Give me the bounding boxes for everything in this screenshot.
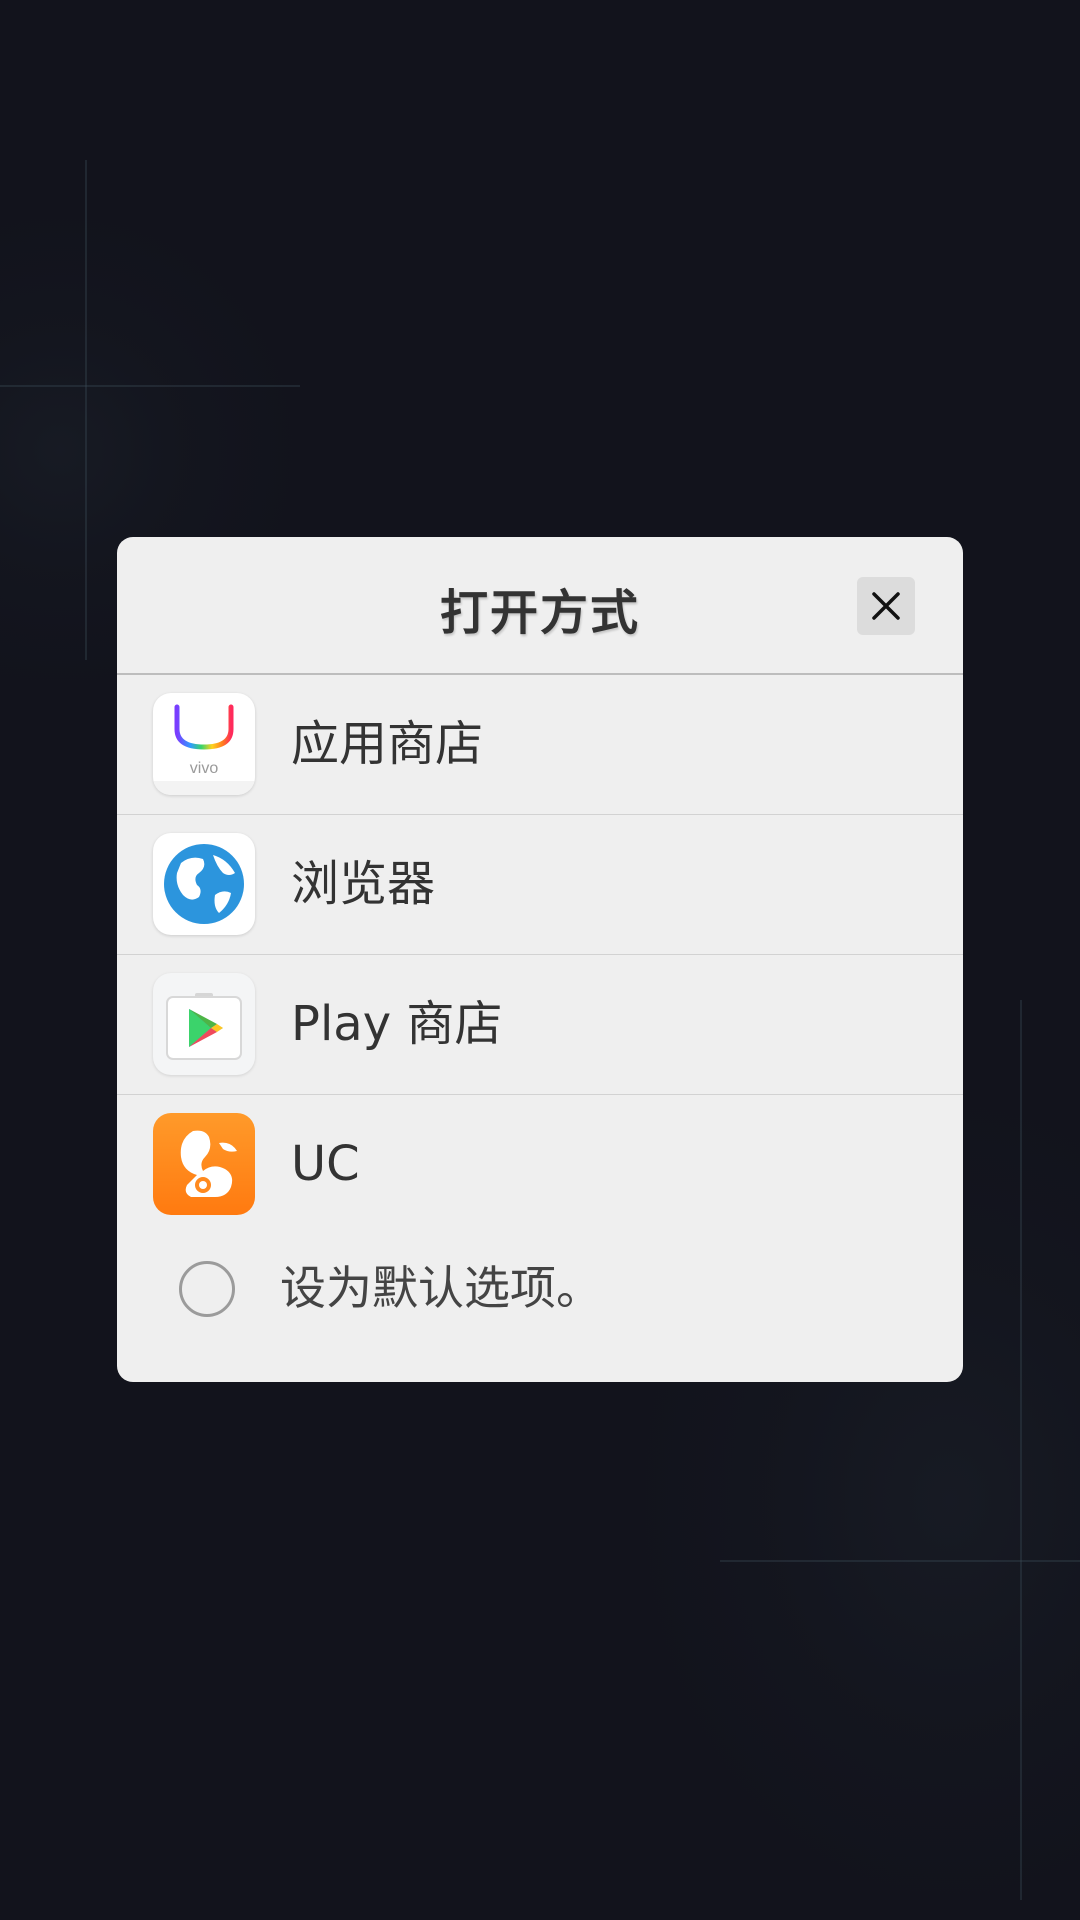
default-option-label: 设为默认选项。 bbox=[280, 1261, 602, 1315]
app-label: UC bbox=[291, 1136, 360, 1192]
google-play-icon bbox=[153, 973, 255, 1075]
dialog-title: 打开方式 bbox=[439, 585, 640, 641]
app-label: 应用商店 bbox=[291, 716, 484, 772]
app-option-app-store[interactable]: vivo 应用商店 bbox=[117, 675, 963, 815]
app-option-play-store[interactable]: Play 商店 bbox=[117, 955, 963, 1095]
app-option-uc[interactable]: UC bbox=[117, 1095, 963, 1234]
close-button[interactable] bbox=[857, 577, 915, 635]
vivo-app-store-icon: vivo bbox=[153, 693, 255, 795]
background-ornament-line bbox=[1020, 1000, 1022, 1900]
app-option-browser[interactable]: 浏览器 bbox=[117, 815, 963, 955]
vivo-logo-text: vivo bbox=[190, 760, 219, 777]
uc-browser-squirrel-icon bbox=[153, 1113, 255, 1215]
background-ornament-line bbox=[0, 385, 300, 387]
default-radio-button[interactable] bbox=[179, 1261, 235, 1317]
close-icon bbox=[872, 592, 900, 620]
dialog-header: 打开方式 bbox=[117, 537, 963, 675]
open-with-dialog: 打开方式 vivo 应用商店 浏览器 Play 商店 UC 设为默认选项。 bbox=[117, 537, 963, 1382]
app-list: vivo 应用商店 浏览器 Play 商店 UC bbox=[117, 675, 963, 1234]
app-label: 浏览器 bbox=[291, 856, 436, 912]
set-default-option[interactable]: 设为默认选项。 bbox=[117, 1237, 963, 1347]
background-ornament-line bbox=[85, 160, 87, 660]
globe-browser-icon bbox=[153, 833, 255, 935]
background-ornament-line bbox=[720, 1560, 1080, 1562]
app-label: Play 商店 bbox=[291, 996, 503, 1052]
